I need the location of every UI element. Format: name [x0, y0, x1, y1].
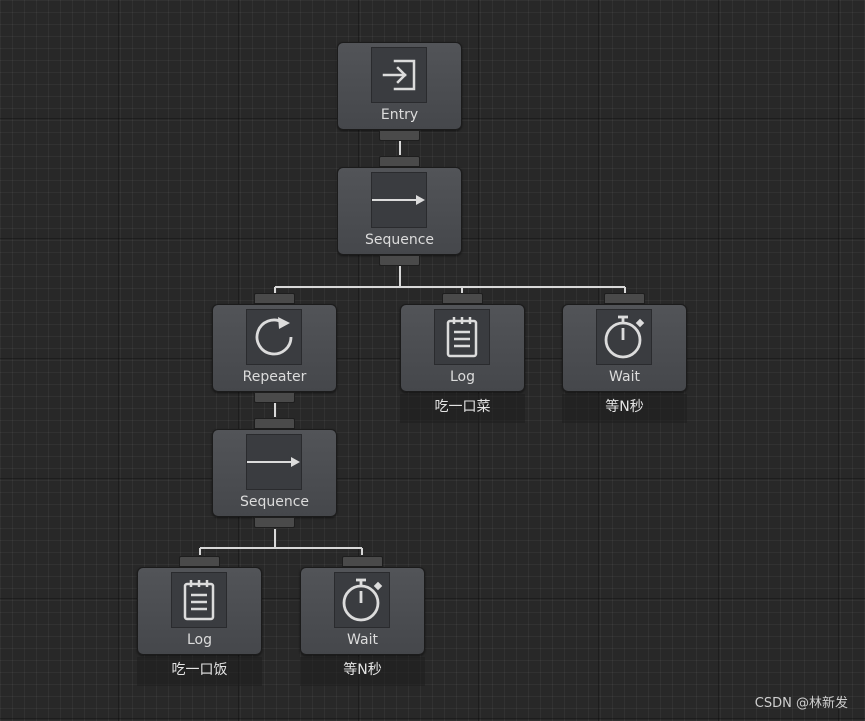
output-port[interactable]	[254, 392, 295, 403]
node-entry[interactable]: Entry	[337, 42, 462, 141]
output-port[interactable]	[254, 517, 295, 528]
entry-icon	[371, 47, 427, 103]
node-sequence-root[interactable]: Sequence	[337, 156, 462, 266]
node-wait-bottom[interactable]: Wait 等N秒	[300, 556, 425, 686]
input-port[interactable]	[254, 418, 295, 429]
node-label: Log	[449, 369, 475, 385]
output-port[interactable]	[379, 255, 420, 266]
node-label: Log	[186, 632, 212, 648]
input-port[interactable]	[442, 293, 483, 304]
arrow-right-icon	[371, 172, 427, 228]
node-repeater[interactable]: Repeater	[212, 293, 337, 403]
node-label: Wait	[609, 369, 640, 385]
output-port[interactable]	[379, 130, 420, 141]
input-port[interactable]	[379, 156, 420, 167]
notepad-icon	[171, 572, 227, 628]
node-comment: 吃一口菜	[400, 394, 525, 423]
input-port[interactable]	[604, 293, 645, 304]
input-port[interactable]	[254, 293, 295, 304]
node-comment: 吃一口饭	[137, 657, 262, 686]
stopwatch-icon	[334, 572, 390, 628]
node-label: Sequence	[239, 494, 310, 510]
repeat-icon	[246, 309, 302, 365]
stopwatch-icon	[596, 309, 652, 365]
arrow-right-icon	[246, 434, 302, 490]
node-label: Repeater	[242, 369, 307, 385]
watermark: CSDN @林新发	[754, 696, 848, 711]
input-port[interactable]	[342, 556, 383, 567]
input-port[interactable]	[179, 556, 220, 567]
node-comment: 等N秒	[300, 657, 425, 686]
node-log-top[interactable]: Log 吃一口菜	[400, 293, 525, 423]
node-sequence-child[interactable]: Sequence	[212, 418, 337, 528]
node-comment: 等N秒	[562, 394, 687, 423]
node-log-bottom[interactable]: Log 吃一口饭	[137, 556, 262, 686]
notepad-icon	[434, 309, 490, 365]
node-label: Wait	[347, 632, 378, 648]
node-label: Sequence	[364, 232, 435, 248]
graph-canvas[interactable]: Entry Sequence Repeater Log 吃一口菜 Wait 等N…	[0, 0, 865, 721]
node-label: Entry	[380, 107, 419, 123]
node-wait-top[interactable]: Wait 等N秒	[562, 293, 687, 423]
